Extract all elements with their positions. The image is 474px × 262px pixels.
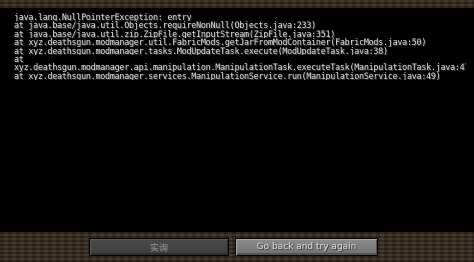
error-log-line: at xyz.deathsgun.modmanager.util.FabricM… <box>14 38 427 47</box>
error-log-line: java.lang.NullPointerException: entry <box>14 13 192 22</box>
error-log-line: at java.base/java.util.Objects.requireNo… <box>14 21 316 30</box>
error-log-line: at <box>14 54 24 64</box>
go-back-button[interactable]: Go back and try again <box>235 238 378 256</box>
header-dirt-background <box>0 0 474 8</box>
error-log-line: at xyz.deathsgun.modmanager.tasks.ModUpd… <box>14 46 388 55</box>
error-log-line: at xyz.deathsgun.modmanager.services.Man… <box>14 71 441 81</box>
disabled-action-button[interactable]: 实询 <box>89 238 229 256</box>
go-back-button-label: Go back and try again <box>256 242 357 252</box>
disabled-action-button-label: 实询 <box>149 243 168 254</box>
error-log-panel[interactable]: java.lang.NullPointerException: entry at… <box>0 8 474 232</box>
error-log-list: java.lang.NullPointerException: entry at… <box>14 13 466 80</box>
error-log-line: at java.base/java.util.zip.ZipFile.getIn… <box>14 29 336 39</box>
error-log-line: xyz.deathsgun.modmanager.api.manipulatio… <box>14 63 466 72</box>
